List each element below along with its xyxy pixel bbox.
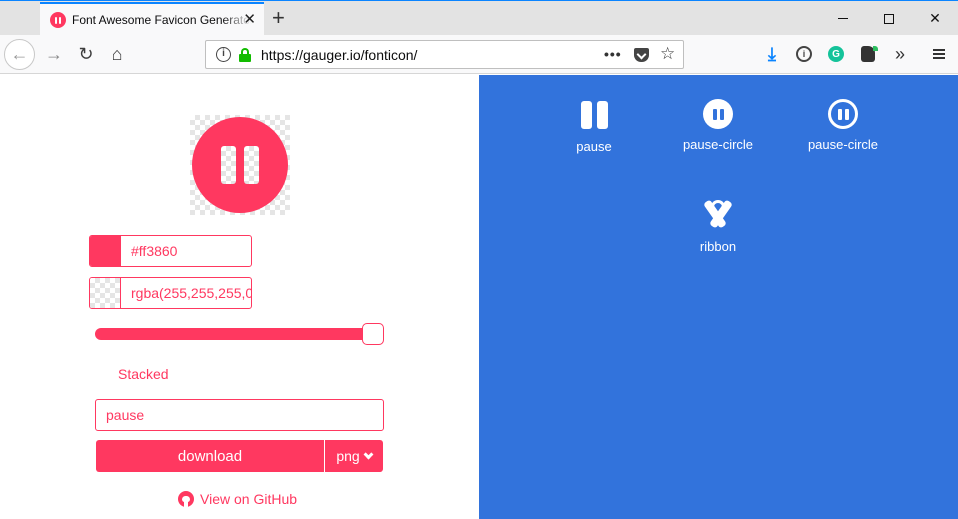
icon-results-panel: pause pause-circle pause-circle ribbon (479, 75, 958, 519)
pocket-icon[interactable] (634, 48, 649, 62)
browser-tab[interactable]: Font Awesome Favicon Generator ✕ (40, 2, 264, 36)
github-link-label: View on GitHub (200, 491, 298, 507)
url-text[interactable]: https://gauger.io/fonticon/ (261, 47, 417, 63)
minimize-button[interactable] (820, 1, 866, 36)
foreground-color-value[interactable]: #ff3860 (131, 243, 177, 259)
grammarly-icon[interactable]: G (825, 43, 847, 65)
format-select[interactable]: png (324, 440, 383, 472)
pause-circle-icon (192, 117, 288, 213)
tab-close-icon[interactable]: ✕ (243, 12, 256, 28)
background-color-value[interactable]: rgba(255,255,255,0) (131, 285, 251, 301)
close-window-button[interactable]: ✕ (912, 1, 958, 36)
foreground-color-swatch[interactable] (90, 236, 121, 266)
lock-icon[interactable] (239, 47, 251, 62)
reload-button[interactable]: ↻ (72, 40, 100, 68)
slider-thumb[interactable] (362, 323, 384, 345)
back-button[interactable]: ← (4, 39, 35, 70)
pause-circle-outline-icon (828, 99, 858, 129)
result-label: pause-circle (807, 137, 879, 152)
bookmark-star-icon[interactable]: ☆ (660, 44, 675, 64)
overflow-menu-icon[interactable]: » (889, 43, 911, 65)
favicon-preview (190, 115, 290, 215)
github-link[interactable]: View on GitHub (178, 491, 297, 507)
tab-favicon-icon (50, 12, 66, 28)
result-item[interactable]: pause-circle (658, 99, 778, 152)
result-item[interactable]: ribbon (658, 199, 778, 254)
size-slider[interactable] (95, 323, 384, 345)
maximize-icon (884, 13, 894, 24)
background-color-field[interactable]: rgba(255,255,255,0) (89, 277, 252, 309)
result-item[interactable]: pause (534, 99, 654, 154)
tab-strip: Font Awesome Favicon Generator ✕ + ✕ (0, 0, 958, 36)
result-item[interactable]: pause-circle (783, 99, 903, 152)
result-label: pause (576, 139, 612, 154)
stacked-toggle[interactable]: Stacked (118, 366, 169, 382)
github-icon (178, 491, 194, 507)
address-bar[interactable]: i https://gauger.io/fonticon/ ••• ☆ (205, 40, 684, 69)
new-tab-button[interactable]: + (272, 5, 285, 31)
home-button[interactable]: ⌂ (103, 40, 131, 68)
page-actions-icon[interactable]: ••• (604, 46, 622, 62)
pause-icon (578, 99, 610, 131)
background-color-swatch[interactable] (90, 278, 121, 308)
navigation-toolbar: ← → ↻ ⌂ i https://gauger.io/fonticon/ ••… (0, 35, 958, 74)
extension-info-icon[interactable]: i (793, 43, 815, 65)
slider-fill (95, 328, 384, 340)
result-label: pause-circle (682, 137, 754, 152)
chevron-down-icon (363, 449, 374, 459)
ribbon-icon (702, 199, 734, 231)
download-button[interactable]: download (96, 440, 324, 472)
icon-search-input[interactable] (95, 399, 384, 431)
pause-circle-icon (703, 99, 733, 129)
tab-title: Font Awesome Favicon Generator (72, 13, 252, 27)
maximize-button[interactable] (866, 1, 912, 36)
foreground-color-field[interactable]: #ff3860 (89, 235, 252, 267)
hamburger-menu-icon[interactable] (928, 43, 950, 65)
download-arrow-icon[interactable]: ⤓ (761, 43, 783, 65)
download-group: download png (96, 440, 383, 472)
format-value: png (336, 448, 360, 464)
forward-button[interactable]: → (40, 40, 68, 68)
result-label: ribbon (699, 239, 737, 254)
evernote-icon[interactable] (857, 43, 879, 65)
site-info-icon[interactable]: i (216, 47, 231, 62)
minimize-icon (838, 18, 848, 19)
